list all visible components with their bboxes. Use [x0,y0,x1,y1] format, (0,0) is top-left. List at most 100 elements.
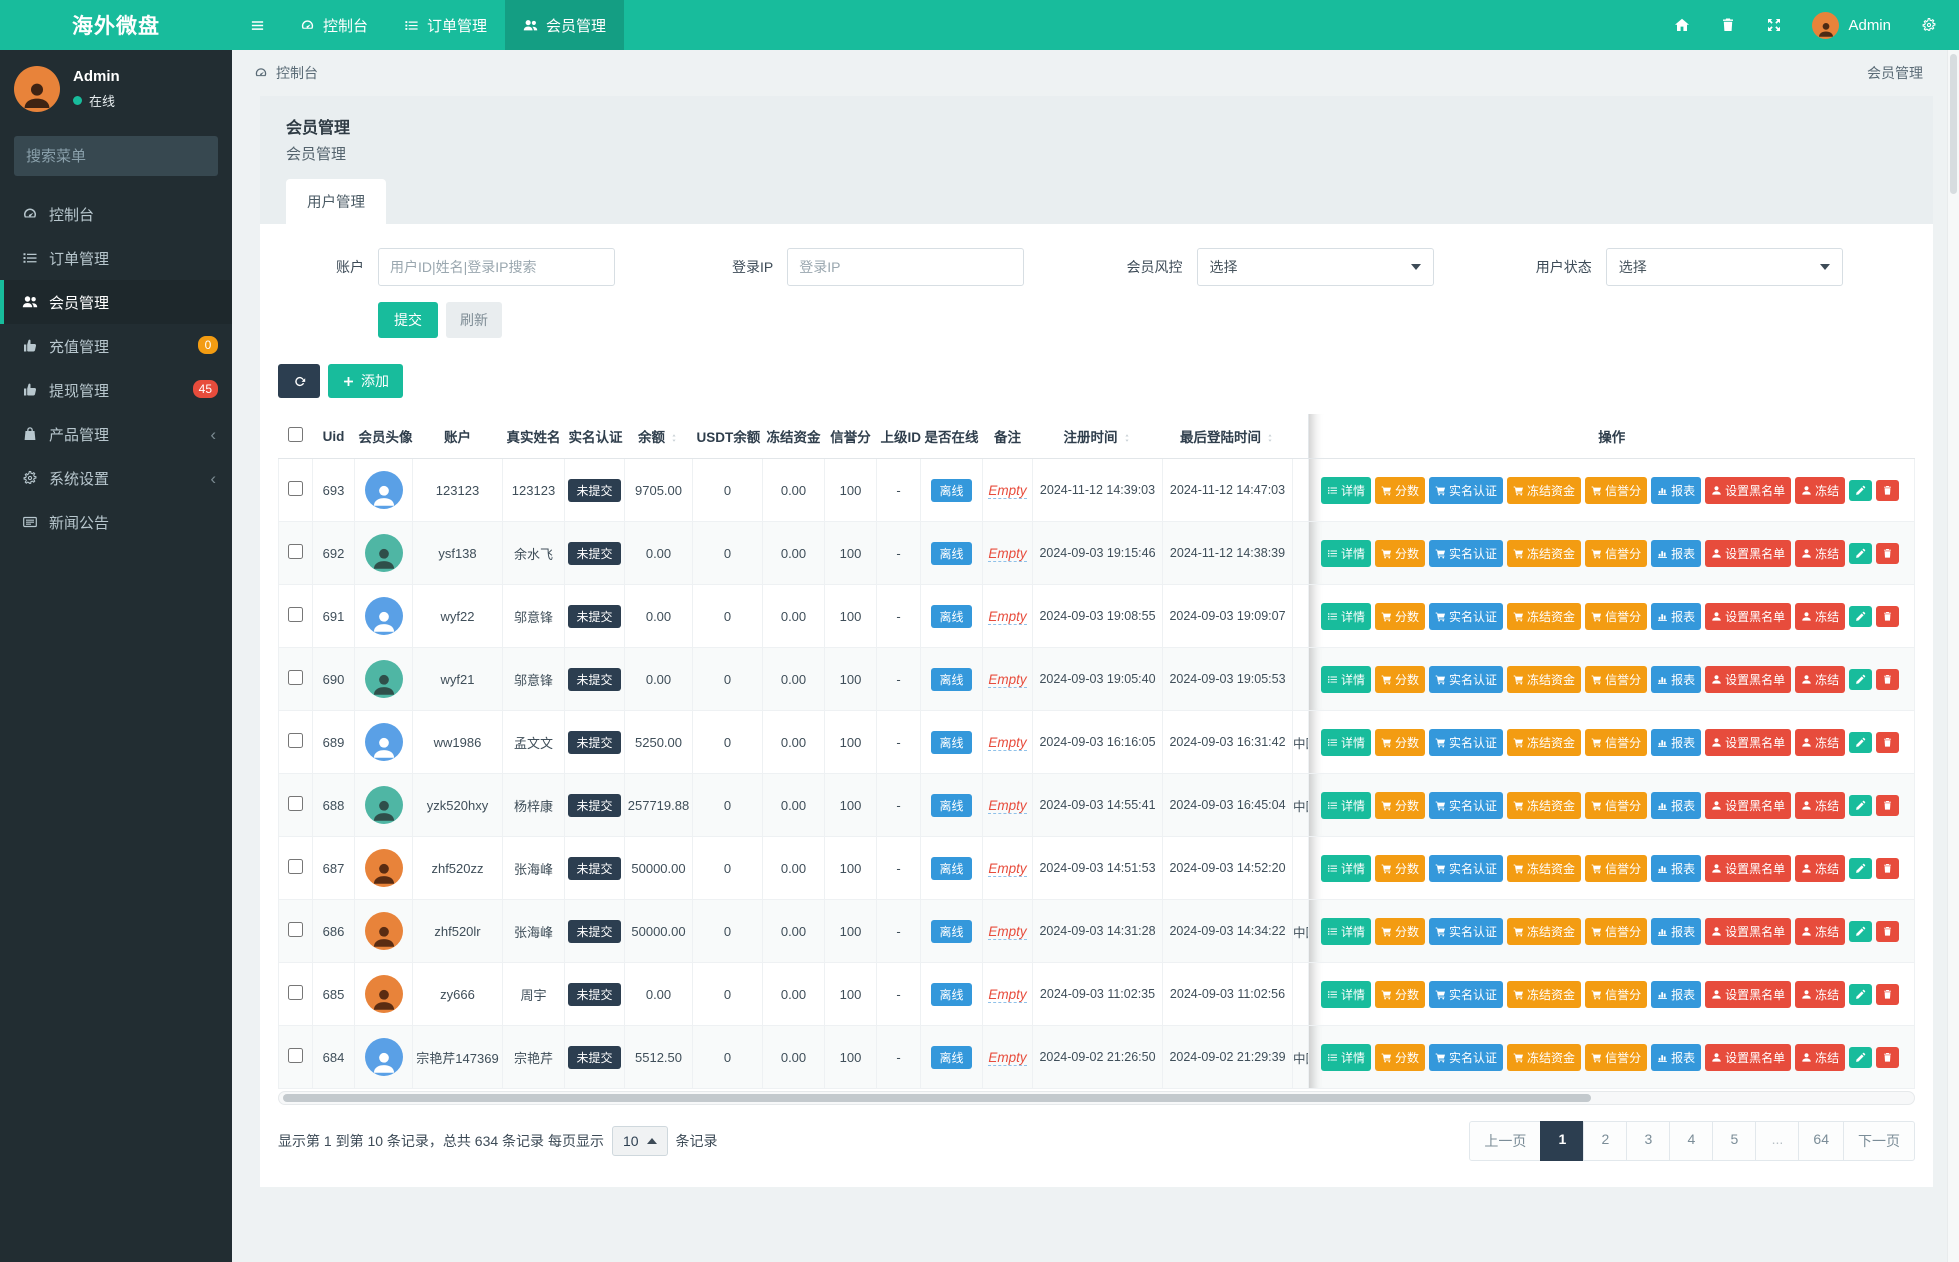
freeze-button[interactable]: 冻结 [1795,1043,1846,1071]
score-button[interactable]: 分数 [1375,980,1426,1008]
delete-button[interactable] [1876,479,1900,501]
avatar[interactable] [364,534,403,572]
scrollbar-thumb[interactable] [283,1094,1591,1102]
sort-icon[interactable] [1265,433,1275,443]
score-button[interactable]: 分数 [1375,791,1426,819]
freeze-funds-button[interactable]: 冻结资金 [1507,854,1582,882]
page-button[interactable]: 4 [1669,1121,1714,1161]
score-button[interactable]: 分数 [1375,476,1426,504]
edit-button[interactable] [1849,479,1873,501]
freeze-funds-button[interactable]: 冻结资金 [1507,476,1582,504]
score-button[interactable]: 分数 [1375,1043,1426,1071]
report-button[interactable]: 报表 [1651,1043,1702,1071]
remark-link[interactable]: Empty [988,671,1027,688]
remark-link[interactable]: Empty [988,608,1027,625]
report-button[interactable]: 报表 [1651,917,1702,945]
edit-button[interactable] [1849,1046,1873,1068]
edit-button[interactable] [1849,857,1873,879]
avatar[interactable] [364,1038,403,1076]
refresh-button[interactable]: 刷新 [446,302,502,338]
freeze-button[interactable]: 冻结 [1795,980,1846,1008]
page-button[interactable]: 5 [1712,1121,1757,1161]
row-checkbox[interactable] [288,481,303,496]
row-checkbox[interactable] [288,544,303,559]
blacklist-button[interactable]: 设置黑名单 [1705,1043,1792,1071]
blacklist-button[interactable]: 设置黑名单 [1705,728,1792,756]
report-button[interactable]: 报表 [1651,602,1702,630]
kyc-button[interactable]: 实名认证 [1429,539,1504,567]
freeze-funds-button[interactable]: 冻结资金 [1507,980,1582,1008]
detail-button[interactable]: 详情 [1321,917,1372,945]
delete-button[interactable] [1876,794,1900,816]
credit-score-button[interactable]: 信誉分 [1585,665,1648,693]
row-checkbox[interactable] [288,1048,303,1063]
kyc-button[interactable]: 实名认证 [1429,476,1504,504]
credit-score-button[interactable]: 信誉分 [1585,854,1648,882]
row-checkbox[interactable] [288,607,303,622]
prev-page-button[interactable]: 上一页 [1469,1121,1542,1161]
freeze-button[interactable]: 冻结 [1795,476,1846,504]
sidebar-toggle-button[interactable] [232,0,282,50]
delete-button[interactable] [1876,668,1900,690]
row-checkbox[interactable] [288,922,303,937]
horizontal-scrollbar[interactable] [278,1091,1915,1105]
detail-button[interactable]: 详情 [1321,665,1372,693]
blacklist-button[interactable]: 设置黑名单 [1705,539,1792,567]
sidebar-search-input[interactable] [26,147,225,165]
avatar[interactable] [364,912,403,950]
freeze-funds-button[interactable]: 冻结资金 [1507,665,1582,693]
page-button[interactable]: 3 [1626,1121,1671,1161]
freeze-funds-button[interactable]: 冻结资金 [1507,728,1582,756]
sidebar-item-settings[interactable]: 系统设置 ‹ [0,456,232,500]
score-button[interactable]: 分数 [1375,665,1426,693]
detail-button[interactable]: 详情 [1321,476,1372,504]
score-button[interactable]: 分数 [1375,602,1426,630]
trash-icon[interactable] [1720,17,1736,33]
page-button[interactable]: 2 [1583,1121,1628,1161]
detail-button[interactable]: 详情 [1321,791,1372,819]
sort-icon[interactable] [669,433,679,443]
risk-select[interactable]: 选择 [1196,248,1434,286]
page-button[interactable]: 64 [1798,1121,1844,1161]
avatar[interactable] [364,975,403,1013]
avatar[interactable] [364,597,403,635]
avatar[interactable] [364,849,403,887]
blacklist-button[interactable]: 设置黑名单 [1705,665,1792,693]
row-checkbox[interactable] [288,985,303,1000]
remark-link[interactable]: Empty [988,482,1027,499]
expand-icon[interactable] [1766,17,1782,33]
delete-button[interactable] [1876,542,1900,564]
gears-icon[interactable] [1921,17,1937,33]
blacklist-button[interactable]: 设置黑名单 [1705,602,1792,630]
detail-button[interactable]: 详情 [1321,539,1372,567]
report-button[interactable]: 报表 [1651,539,1702,567]
avatar[interactable] [364,471,403,509]
score-button[interactable]: 分数 [1375,728,1426,756]
blacklist-button[interactable]: 设置黑名单 [1705,791,1792,819]
nav-item-orders[interactable]: 订单管理 [386,0,505,50]
row-checkbox[interactable] [288,859,303,874]
submit-button[interactable]: 提交 [378,302,438,338]
credit-score-button[interactable]: 信誉分 [1585,602,1648,630]
row-checkbox[interactable] [288,670,303,685]
detail-button[interactable]: 详情 [1321,854,1372,882]
delete-button[interactable] [1876,983,1900,1005]
delete-button[interactable] [1876,731,1900,753]
kyc-button[interactable]: 实名认证 [1429,854,1504,882]
kyc-button[interactable]: 实名认证 [1429,728,1504,756]
freeze-funds-button[interactable]: 冻结资金 [1507,791,1582,819]
delete-button[interactable] [1876,920,1900,942]
detail-button[interactable]: 详情 [1321,1043,1372,1071]
remark-link[interactable]: Empty [988,923,1027,940]
freeze-button[interactable]: 冻结 [1795,791,1846,819]
remark-link[interactable]: Empty [988,545,1027,562]
report-button[interactable]: 报表 [1651,791,1702,819]
reload-table-button[interactable] [278,364,320,398]
freeze-funds-button[interactable]: 冻结资金 [1507,917,1582,945]
edit-button[interactable] [1849,920,1873,942]
page-button[interactable]: 1 [1540,1121,1585,1161]
avatar[interactable] [364,660,403,698]
scrollbar-thumb[interactable] [1950,54,1957,194]
freeze-button[interactable]: 冻结 [1795,728,1846,756]
credit-score-button[interactable]: 信誉分 [1585,791,1648,819]
